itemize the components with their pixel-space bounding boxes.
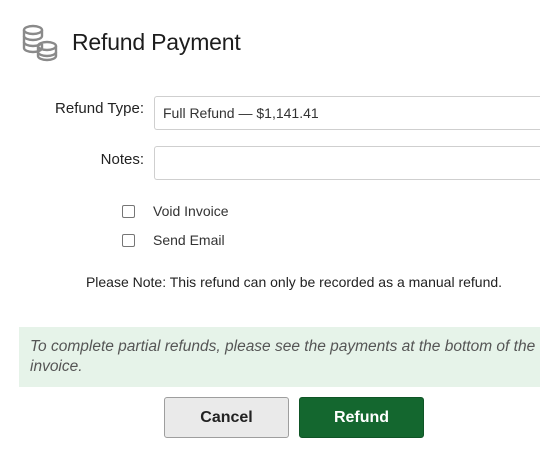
refund-type-row: Refund Type: bbox=[0, 100, 144, 117]
refund-type-select[interactable]: Full Refund — $1,141.41 bbox=[154, 96, 540, 130]
send-email-row: Send Email bbox=[122, 232, 225, 248]
void-invoice-label[interactable]: Void Invoice bbox=[153, 203, 229, 219]
send-email-label[interactable]: Send Email bbox=[153, 232, 225, 248]
notes-input[interactable] bbox=[154, 146, 540, 180]
page-title: Refund Payment bbox=[72, 28, 241, 55]
void-invoice-row: Void Invoice bbox=[122, 203, 229, 219]
cancel-button[interactable]: Cancel bbox=[164, 397, 289, 438]
coins-icon bbox=[20, 22, 60, 62]
refund-button[interactable]: Refund bbox=[299, 397, 424, 438]
dialog-header: Refund Payment bbox=[20, 22, 241, 62]
send-email-checkbox[interactable] bbox=[122, 233, 135, 247]
refund-payment-dialog: Refund Payment Refund Type: Full Refund … bbox=[0, 0, 540, 462]
notes-label: Notes: bbox=[100, 151, 144, 168]
manual-refund-note: Please Note: This refund can only be rec… bbox=[85, 274, 503, 290]
notes-row: Notes: bbox=[0, 151, 144, 168]
refund-type-value: Full Refund — $1,141.41 bbox=[163, 105, 319, 121]
refund-type-label: Refund Type: bbox=[55, 100, 144, 117]
partial-refund-info: To complete partial refunds, please see … bbox=[19, 327, 540, 387]
void-invoice-checkbox[interactable] bbox=[122, 204, 135, 218]
